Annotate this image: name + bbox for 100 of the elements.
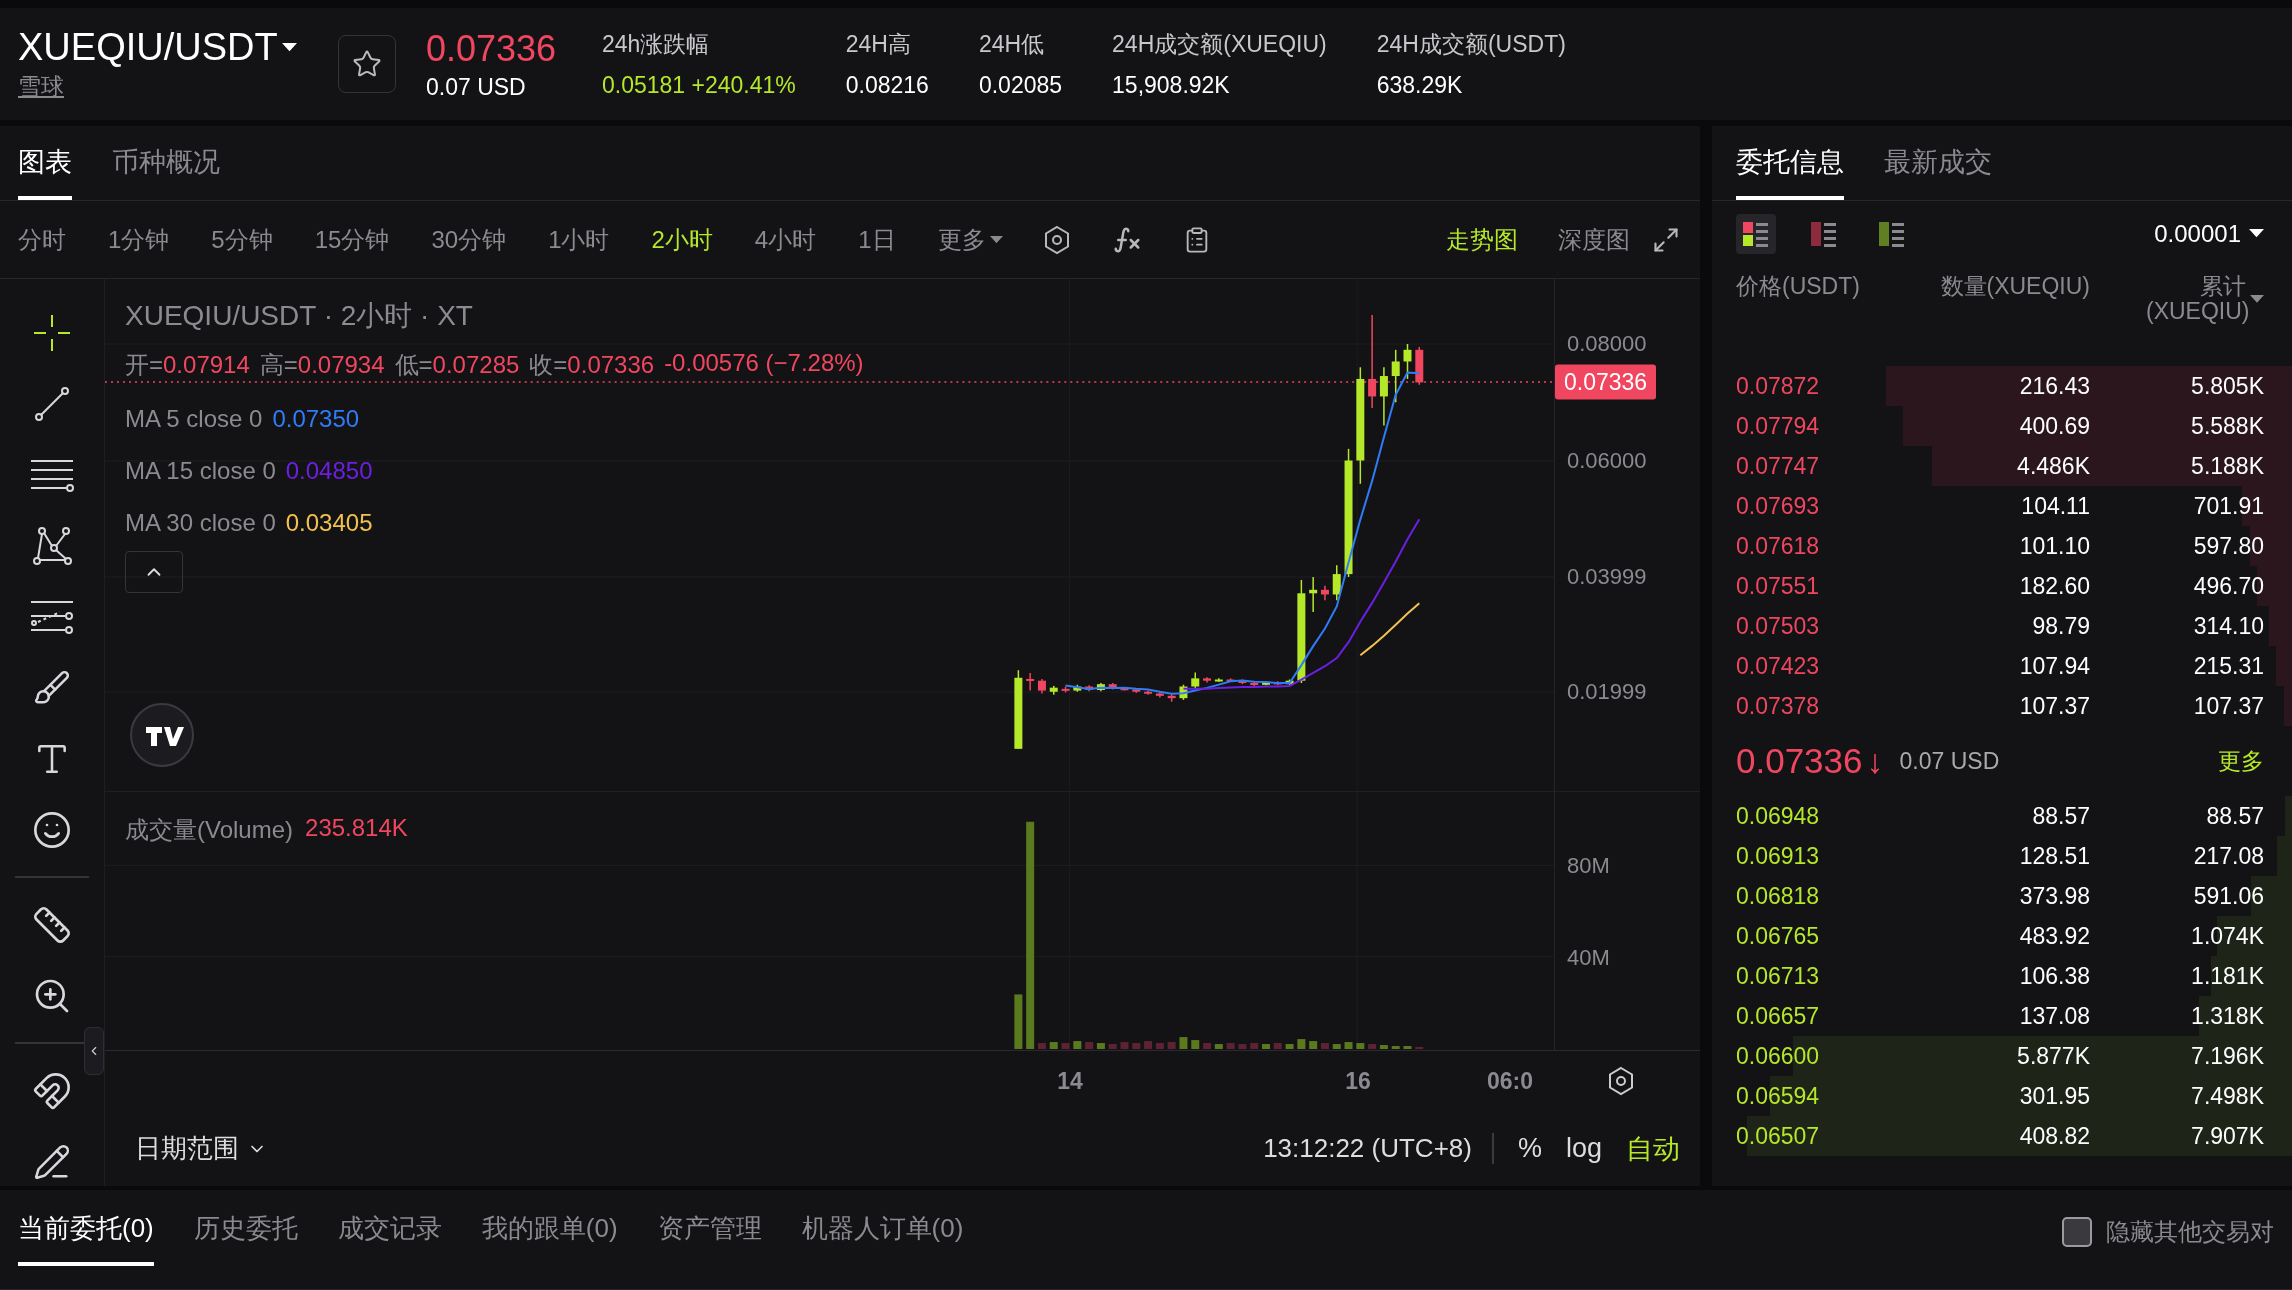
total-cell-text: 217.08 (2192, 842, 2264, 870)
checkbox[interactable] (2062, 1217, 2092, 1247)
volume-bar (1344, 1042, 1353, 1049)
more-link[interactable]: 更多 (2218, 745, 2264, 777)
price-cell-text: 0.06818 (1736, 882, 1821, 910)
orders-tab[interactable]: 当前委托(0) (18, 1211, 154, 1266)
price-axis-label: 0.03999 (1567, 564, 1647, 590)
total-cell-text: 314.10 (2192, 612, 2264, 640)
total-cell-text: 88.57 (2205, 802, 2264, 830)
order-book-row[interactable]: 0.06818 373.98 591.06 (1712, 876, 2292, 916)
volume-axis-label: 40M (1567, 945, 1610, 971)
pair-selector[interactable]: XUEQIU/USDT (18, 26, 338, 69)
precision-dropdown[interactable]: 0.00001 (2154, 219, 2264, 248)
candle (1250, 680, 1259, 687)
candle (1403, 343, 1412, 380)
interval-option[interactable]: 1小时 (548, 223, 610, 256)
amount-cell-text: 107.37 (2018, 692, 2090, 720)
coin-name[interactable]: 雪球 (18, 71, 64, 102)
candle (1085, 684, 1094, 692)
chart-tab[interactable]: 图表 (18, 144, 72, 200)
mid-price: 0.07336 (1736, 741, 1863, 781)
order-book-row[interactable]: 0.07747 4.486K 5.188K (1712, 446, 2292, 486)
ohlc-value: 高=0.07934 (259, 350, 385, 380)
price-cell-text: 0.06948 (1736, 802, 1821, 830)
order-book-row[interactable]: 0.07794 400.69 5.588K (1712, 406, 2292, 446)
order-book-row[interactable]: 0.06657 137.08 1.318K (1712, 996, 2292, 1036)
order-book-row[interactable]: 0.07618 101.10 597.80 (1712, 526, 2292, 566)
order-book-tab[interactable]: 委托信息 (1736, 144, 1844, 200)
total-cell-text: 591.06 (2192, 882, 2264, 910)
time-axis-label: 14 (1057, 1067, 1083, 1095)
price-cell-text: 0.07378 (1736, 692, 1821, 720)
order-book-row[interactable]: 0.07423 107.94 215.31 (1712, 646, 2292, 686)
candle (1155, 691, 1164, 699)
candle (1415, 346, 1424, 386)
total-cell-text: 5.588K (2190, 412, 2264, 440)
interval-option[interactable]: 1分钟 (108, 223, 170, 256)
ma-value: 0.04850 (285, 457, 373, 485)
orders-tab[interactable]: 机器人订单(0) (801, 1211, 964, 1266)
view-mode-tab[interactable]: 深度图 (1558, 223, 1630, 256)
candle (1120, 686, 1129, 692)
favorite-button[interactable] (338, 35, 396, 93)
order-book-row[interactable]: 0.07503 98.79 314.10 (1712, 606, 2292, 646)
price-cell-text: 0.07503 (1736, 612, 1821, 640)
candle (1144, 689, 1153, 696)
price-cell-text: 0.06713 (1736, 962, 1821, 990)
ruler-icon (32, 904, 72, 945)
price-cell-text: 0.07794 (1736, 412, 1821, 440)
orders-tab[interactable]: 历史委托 (193, 1211, 298, 1266)
interval-option[interactable]: 1日 (858, 223, 896, 256)
ma-label: MA 5 close 0 (125, 405, 263, 433)
interval-option[interactable]: 15分钟 (314, 223, 390, 256)
candle (1214, 677, 1223, 683)
interval-option[interactable]: 4小时 (754, 223, 817, 256)
chart-tab[interactable]: 币种概况 (112, 144, 220, 200)
interval-option[interactable]: 分时 (18, 223, 66, 256)
interval-option[interactable]: 2小时 (651, 223, 713, 256)
volume-bar (1096, 1043, 1105, 1049)
price-axis-label: 0.06000 (1567, 448, 1647, 474)
candle (1026, 672, 1035, 692)
orders-tab[interactable]: 资产管理 (657, 1211, 762, 1266)
order-book-row[interactable]: 0.06913 128.51 217.08 (1712, 836, 2292, 876)
amount-cell-text: 137.08 (2018, 1002, 2090, 1030)
candle (1037, 678, 1046, 695)
orders-tab[interactable]: 成交记录 (337, 1211, 442, 1266)
candle (1132, 687, 1141, 694)
order-book-row[interactable]: 0.06765 483.92 1.074K (1712, 916, 2292, 956)
volume-bar (1073, 1041, 1082, 1049)
amount-cell-text: 98.79 (2031, 612, 2090, 640)
orders-tab[interactable]: 我的跟单(0) (481, 1211, 618, 1266)
order-book-row[interactable]: 0.07378 107.37 107.37 (1712, 686, 2292, 726)
amount-cell-text: 88.57 (2031, 802, 2090, 830)
order-book-row[interactable]: 0.06594 301.95 7.498K (1712, 1076, 2292, 1116)
order-book-row[interactable]: 0.07872 216.43 5.805K (1712, 366, 2292, 406)
scale-option[interactable]: 自动 (1626, 1130, 1680, 1167)
pencil-icon (33, 1142, 71, 1181)
order-book-row[interactable]: 0.06948 88.57 88.57 (1712, 796, 2292, 836)
price-change: -0.00576 (−7.28%) (664, 349, 864, 378)
total-cell-text: 215.31 (2192, 652, 2264, 680)
more-dropdown[interactable]: 更多 (937, 223, 1003, 256)
total-cell-text: 5.805K (2190, 372, 2264, 400)
order-book-row[interactable]: 0.06713 106.38 1.181K (1712, 956, 2292, 996)
order-book-row[interactable]: 0.07551 182.60 496.70 (1712, 566, 2292, 606)
order-book-tab[interactable]: 最新成交 (1884, 144, 1992, 200)
ohlc-value: 开=0.07914 (125, 350, 250, 380)
order-book-row[interactable]: 0.06600 5.877K 7.196K (1712, 1036, 2292, 1076)
order-book-row[interactable]: 0.06507 408.82 7.907K (1712, 1116, 2292, 1156)
interval-option[interactable]: 5分钟 (211, 223, 273, 256)
book-mode-button[interactable] (1736, 213, 1776, 254)
ma-label: MA 30 close 0 (125, 509, 276, 537)
volume-bar (1049, 1042, 1058, 1049)
total-column-dropdown[interactable]: 累计 (XUEQIU) (2090, 274, 2264, 325)
candle (1332, 564, 1341, 602)
date-range-dropdown[interactable]: 日期范围 (135, 1131, 267, 1166)
price-cell-text: 0.06507 (1736, 1122, 1821, 1150)
volume-bar (1144, 1041, 1153, 1049)
scale-option[interactable]: log (1565, 1133, 1602, 1164)
order-book-row[interactable]: 0.07693 104.11 701.91 (1712, 486, 2292, 526)
view-mode-tab[interactable]: 走势图 (1446, 223, 1518, 256)
scale-option[interactable]: % (1517, 1133, 1542, 1164)
interval-option[interactable]: 30分钟 (431, 223, 507, 256)
